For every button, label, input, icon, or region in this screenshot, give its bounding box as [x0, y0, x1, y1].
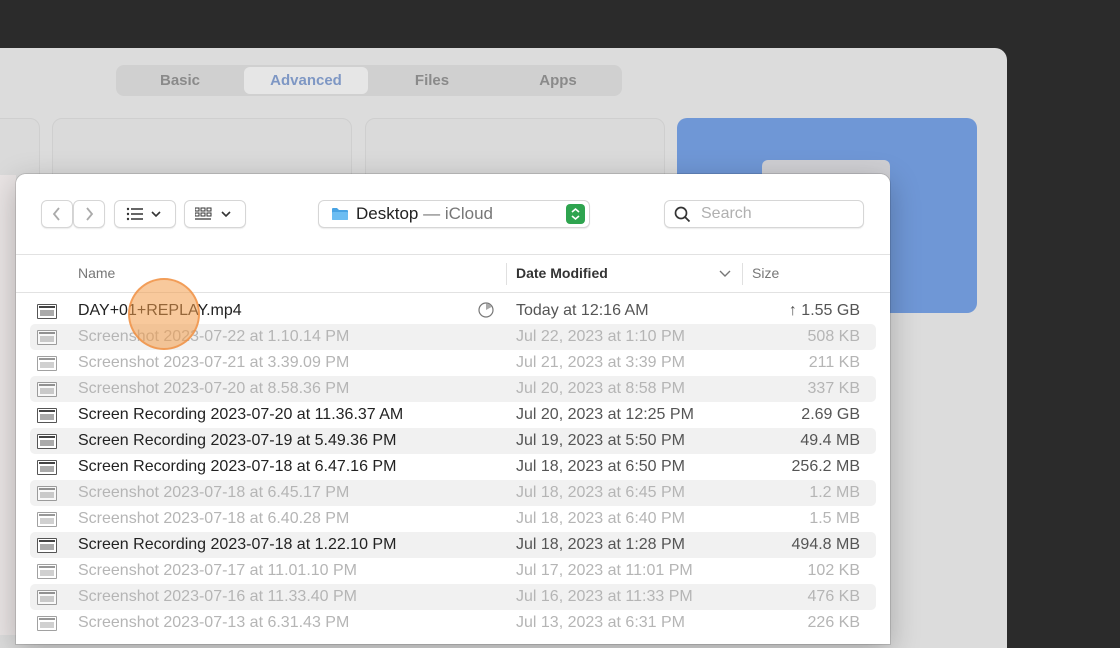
- file-name: Screenshot 2023-07-22 at 1.10.14 PM: [78, 328, 350, 345]
- file-size: 1.5 MB: [809, 510, 860, 527]
- file-size: 2.69 GB: [801, 406, 860, 423]
- column-divider[interactable]: [506, 263, 507, 285]
- file-thumbnail-icon: [37, 304, 57, 319]
- file-size: 337 KB: [807, 380, 860, 397]
- settings-tab-bar: Basic Advanced Files Apps: [116, 65, 622, 96]
- file-date: Jul 20, 2023 at 12:25 PM: [516, 406, 694, 423]
- file-name: Screen Recording 2023-07-18 at 1.22.10 P…: [78, 536, 397, 553]
- tab-advanced[interactable]: Advanced: [244, 67, 368, 94]
- file-size: 494.8 MB: [791, 536, 860, 553]
- location-stepper[interactable]: [566, 204, 585, 224]
- view-mode-button[interactable]: [114, 200, 176, 228]
- file-date: Jul 18, 2023 at 1:28 PM: [516, 536, 685, 553]
- file-name: Screen Recording 2023-07-18 at 6.47.16 P…: [78, 458, 397, 475]
- forward-button[interactable]: [73, 200, 105, 228]
- file-size: 1.2 MB: [809, 484, 860, 501]
- file-row[interactable]: Screenshot 2023-07-13 at 6.31.43 PM Jul 1…: [30, 610, 876, 636]
- file-date: Jul 18, 2023 at 6:45 PM: [516, 484, 685, 501]
- grid-icon: [195, 207, 231, 220]
- file-name: Screenshot 2023-07-20 at 8.58.36 PM: [78, 380, 350, 397]
- file-thumbnail-icon: [37, 538, 57, 553]
- file-size: 211 KB: [808, 354, 860, 371]
- file-name: Screenshot 2023-07-16 at 11.33.40 PM: [78, 588, 357, 605]
- location-label: Desktop — iCloud: [356, 204, 494, 223]
- file-date: Jul 18, 2023 at 6:50 PM: [516, 458, 685, 475]
- chevron-updown-icon: [571, 207, 580, 221]
- file-name: Screenshot 2023-07-21 at 3.39.09 PM: [78, 354, 350, 371]
- file-row[interactable]: Screenshot 2023-07-18 at 6.45.17 PM Jul 1…: [30, 480, 876, 506]
- file-size: 476 KB: [807, 588, 860, 605]
- file-name: Screenshot 2023-07-18 at 6.45.17 PM: [78, 484, 350, 501]
- dialog-toolbar: Desktop — iCloud Search: [16, 174, 890, 255]
- list-icon: [126, 207, 161, 221]
- file-date: Jul 17, 2023 at 11:01 PM: [516, 562, 693, 579]
- file-row[interactable]: Screen Recording 2023-07-20 at 11.36.37 …: [30, 402, 876, 428]
- file-picker-dialog: Desktop — iCloud Search Name Date Modifi…: [16, 174, 890, 644]
- chevron-right-icon: [86, 207, 94, 221]
- file-thumbnail-icon: [37, 408, 57, 423]
- back-button[interactable]: [41, 200, 73, 228]
- file-date: Today at 12:16 AM: [516, 302, 649, 319]
- file-thumbnail-icon: [37, 512, 57, 527]
- file-name: Screenshot 2023-07-13 at 6.31.43 PM: [78, 614, 350, 631]
- file-row[interactable]: Screenshot 2023-07-20 at 8.58.36 PM Jul 2…: [30, 376, 876, 402]
- tab-apps[interactable]: Apps: [496, 67, 620, 94]
- file-thumbnail-icon: [37, 460, 57, 475]
- file-row[interactable]: Screen Recording 2023-07-18 at 6.47.16 P…: [30, 454, 876, 480]
- file-size: 256.2 MB: [791, 458, 860, 475]
- file-name: Screen Recording 2023-07-20 at 11.36.37 …: [78, 406, 404, 423]
- search-icon: [674, 206, 691, 223]
- tab-files[interactable]: Files: [370, 67, 494, 94]
- file-date: Jul 21, 2023 at 3:39 PM: [516, 354, 685, 371]
- file-name: Screen Recording 2023-07-19 at 5.49.36 P…: [78, 432, 397, 449]
- column-name[interactable]: Name: [78, 265, 115, 281]
- file-size: 508 KB: [807, 328, 860, 345]
- file-thumbnail-icon: [37, 434, 57, 449]
- column-size[interactable]: Size: [752, 265, 779, 281]
- file-date: Jul 13, 2023 at 6:31 PM: [516, 614, 685, 631]
- chevron-left-icon: [52, 207, 60, 221]
- file-date: Jul 16, 2023 at 11:33 PM: [516, 588, 693, 605]
- sidebar-edge: [0, 175, 16, 635]
- column-divider[interactable]: [742, 263, 743, 285]
- file-date: Jul 22, 2023 at 1:10 PM: [516, 328, 685, 345]
- file-name: Screenshot 2023-07-18 at 6.40.28 PM: [78, 510, 350, 527]
- cursor-highlight: [128, 278, 200, 350]
- sort-chevron-icon: [719, 270, 731, 277]
- file-thumbnail-icon: [37, 356, 57, 371]
- column-date-modified[interactable]: Date Modified: [516, 265, 608, 281]
- group-button[interactable]: [184, 200, 246, 228]
- search-placeholder: Search: [701, 205, 752, 222]
- file-thumbnail-icon: [37, 564, 57, 579]
- file-date: Jul 19, 2023 at 5:50 PM: [516, 432, 685, 449]
- file-thumbnail-icon: [37, 590, 57, 605]
- file-size: ↑ 1.55 GB: [788, 302, 860, 319]
- file-thumbnail-icon: [37, 330, 57, 345]
- file-row[interactable]: Screenshot 2023-07-21 at 3.39.09 PM Jul 2…: [30, 350, 876, 376]
- file-row[interactable]: Screen Recording 2023-07-18 at 1.22.10 P…: [30, 532, 876, 558]
- file-thumbnail-icon: [37, 382, 57, 397]
- upload-progress-icon: [478, 302, 494, 318]
- file-date: Jul 20, 2023 at 8:58 PM: [516, 380, 685, 397]
- file-name: Screenshot 2023-07-17 at 11.01.10 PM: [78, 562, 357, 579]
- location-popup[interactable]: Desktop — iCloud: [318, 200, 590, 228]
- file-row[interactable]: Screenshot 2023-07-16 at 11.33.40 PM Jul …: [30, 584, 876, 610]
- file-thumbnail-icon: [37, 486, 57, 501]
- file-size: 49.4 MB: [800, 432, 860, 449]
- file-row[interactable]: Screenshot 2023-07-17 at 11.01.10 PM Jul …: [30, 558, 876, 584]
- file-size: 102 KB: [807, 562, 860, 579]
- file-row[interactable]: Screenshot 2023-07-18 at 6.40.28 PM Jul 1…: [30, 506, 876, 532]
- search-field[interactable]: Search: [664, 200, 864, 228]
- file-size: 226 KB: [807, 614, 860, 631]
- file-date: Jul 18, 2023 at 6:40 PM: [516, 510, 685, 527]
- folder-icon: [332, 208, 348, 220]
- file-row[interactable]: Screen Recording 2023-07-19 at 5.49.36 P…: [30, 428, 876, 454]
- file-thumbnail-icon: [37, 616, 57, 631]
- tab-basic[interactable]: Basic: [118, 67, 242, 94]
